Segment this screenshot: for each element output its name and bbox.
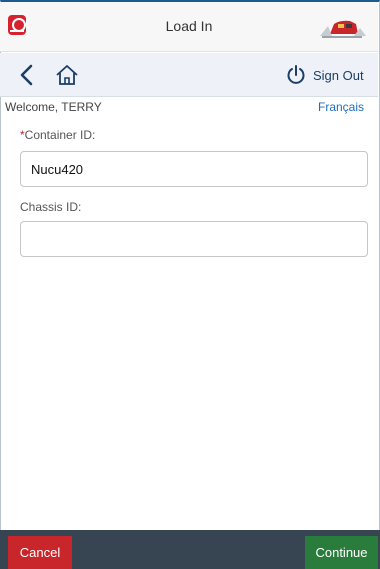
sign-out-button[interactable]: Sign Out	[286, 63, 370, 87]
cancel-button[interactable]: Cancel	[8, 536, 72, 569]
chassis-id-label: Chassis ID:	[20, 200, 82, 214]
sign-out-label: Sign Out	[313, 67, 364, 83]
language-link[interactable]: Français	[318, 100, 364, 114]
footer-bar: Cancel Continue	[0, 530, 380, 569]
nav-bar: Sign Out	[0, 53, 378, 97]
title-bar: Load In	[0, 2, 378, 52]
container-id-input[interactable]	[20, 151, 368, 187]
welcome-text: Welcome, TERRY	[5, 100, 102, 114]
chevron-left-icon[interactable]	[18, 64, 36, 86]
container-id-label: *Container ID:	[20, 128, 95, 142]
train-logo-icon	[320, 20, 366, 38]
power-icon	[287, 65, 305, 84]
chassis-id-input[interactable]	[20, 221, 368, 257]
container-id-label-text: Container ID:	[24, 128, 96, 142]
home-icon[interactable]	[54, 63, 80, 87]
continue-button[interactable]: Continue	[305, 536, 378, 569]
